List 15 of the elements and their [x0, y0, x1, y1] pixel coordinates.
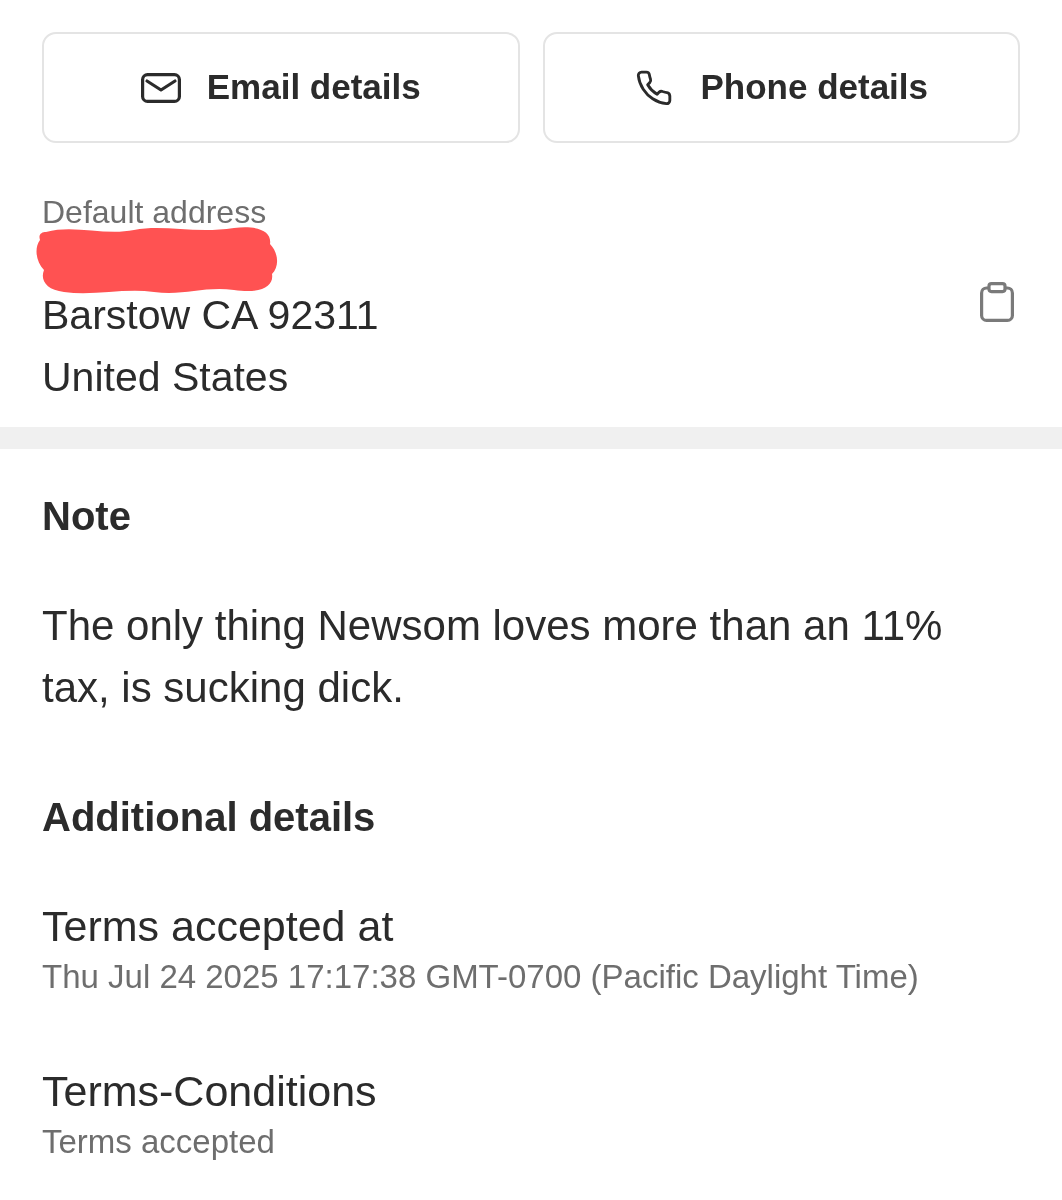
address-line: Barstow CA 92311 — [42, 291, 379, 340]
detail-label: Terms accepted at — [42, 903, 395, 949]
mail-icon — [140, 72, 181, 103]
detail-value: Thu Jul 24 2025 17:17:38 GMT-0700 (Pacific Daylight Time) — [42, 959, 920, 995]
section-heading: Additional details — [42, 795, 377, 839]
address-line: United States — [42, 353, 290, 402]
detail-value: Terms accepted — [42, 1124, 276, 1160]
email-details-button[interactable]: Email details — [42, 32, 520, 143]
note-text: The only thing Newsom loves more than an 11% tax, is sucking dick. — [42, 601, 944, 713]
detail-label: Terms-Conditions — [42, 1068, 378, 1114]
note-heading: Note — [42, 494, 132, 538]
address-label: Default address — [42, 196, 268, 228]
phone-details-button[interactable]: Phone details — [542, 32, 1020, 143]
copy-button[interactable] — [980, 282, 1014, 322]
clipboard-icon — [980, 282, 1014, 322]
